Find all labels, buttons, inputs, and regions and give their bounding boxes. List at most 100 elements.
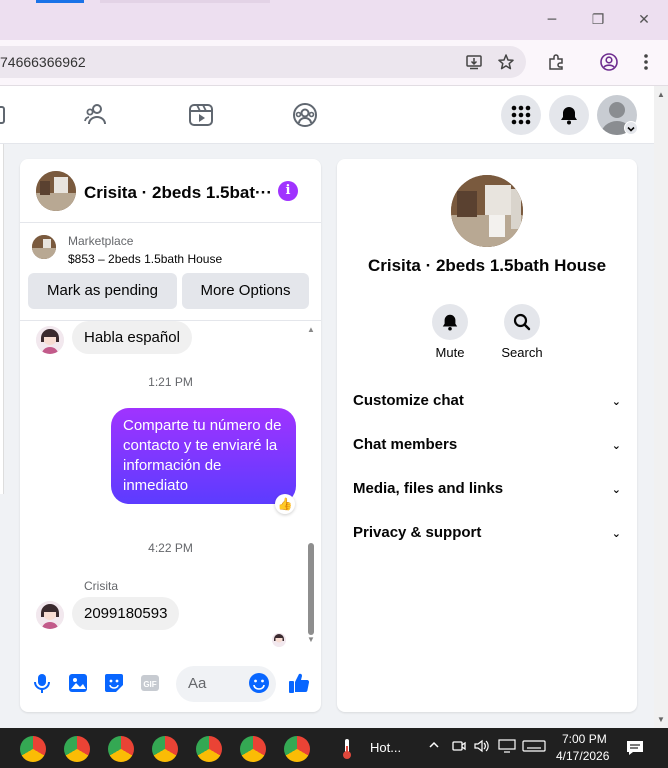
section-label: Media, files and links	[353, 480, 504, 497]
sender-avatar[interactable]	[36, 326, 64, 354]
info-avatar[interactable]	[451, 175, 523, 247]
privacy-support-section[interactable]: Privacy & support ⌄	[353, 524, 621, 548]
watch-video-nav-icon[interactable]	[188, 102, 214, 128]
home-nav-icon[interactable]	[0, 102, 14, 128]
info-icon[interactable]: i	[278, 181, 298, 201]
search-icon	[513, 313, 531, 331]
inactive-tab-strip[interactable]	[100, 0, 270, 3]
network-icon[interactable]	[498, 739, 516, 757]
scroll-thumb[interactable]	[308, 543, 314, 635]
menu-grid-button[interactable]	[501, 95, 541, 135]
meet-now-icon[interactable]	[452, 739, 466, 757]
url-text: 74666366962	[0, 54, 86, 70]
incoming-message[interactable]: Habla español	[72, 321, 192, 354]
listing-title[interactable]: $853 – 2beds 1.5bath House	[68, 252, 222, 266]
chrome-taskbar-icon[interactable]	[196, 736, 222, 762]
volume-icon[interactable]	[474, 739, 490, 757]
media-files-links-section[interactable]: Media, files and links ⌄	[353, 480, 621, 504]
mute-button[interactable]	[432, 304, 468, 340]
grid-icon	[511, 105, 531, 125]
taskbar-clock-time[interactable]: 7:00 PM	[562, 732, 607, 746]
browser-title-bar: ─ ❐ ✕	[0, 0, 668, 40]
conversation-info-panel: Crisita · 2beds 1.5bath House Mute Searc…	[337, 159, 637, 712]
gif-icon[interactable]: GIF	[139, 672, 161, 694]
chat-header: Crisita · 2beds 1.5bat··· i	[20, 159, 321, 223]
address-bar[interactable]: 74666366962	[0, 46, 526, 78]
chat-avatar[interactable]	[36, 171, 76, 211]
friends-nav-icon[interactable]	[84, 102, 110, 128]
thumbs-up-reaction-icon[interactable]: 👍	[275, 494, 295, 514]
message-scrollbar[interactable]: ▲ ▼	[306, 323, 316, 649]
chevron-down-icon: ⌄	[611, 395, 621, 408]
listing-thumbnail[interactable]	[32, 235, 56, 259]
microphone-icon[interactable]	[31, 672, 53, 694]
bell-icon	[561, 107, 577, 125]
chrome-taskbar-icon[interactable]	[152, 736, 178, 762]
photo-attach-icon[interactable]	[67, 672, 89, 694]
left-panel-edge	[0, 144, 4, 494]
sender-avatar[interactable]	[36, 601, 64, 629]
mark-as-pending-button[interactable]: Mark as pending	[28, 273, 177, 309]
search-label[interactable]: Search	[492, 345, 552, 360]
section-label: Customize chat	[353, 392, 464, 409]
mute-label[interactable]: Mute	[420, 345, 480, 360]
tray-overflow-chevron-icon[interactable]	[428, 739, 440, 755]
extensions-puzzle-icon[interactable]	[544, 50, 568, 74]
message-list: Habla español 1:21 PM Comparte tu número…	[20, 321, 321, 651]
windows-taskbar: Hot... 7:00 PM 4/17/2026	[0, 728, 668, 768]
chrome-taskbar-icon[interactable]	[240, 736, 266, 762]
scroll-up-arrow-icon[interactable]: ▲	[657, 90, 665, 99]
groups-nav-icon[interactable]	[292, 102, 318, 128]
taskbar-clock-date[interactable]: 4/17/2026	[556, 749, 609, 763]
outgoing-message-line: contacto y te enviaré la	[123, 437, 278, 454]
incoming-message[interactable]: 2099180593	[72, 597, 180, 630]
chrome-taskbar-icon[interactable]	[20, 736, 46, 762]
marketplace-label: Marketplace	[68, 234, 134, 248]
svg-text:GIF: GIF	[143, 680, 156, 689]
weather-widget-label[interactable]: Hot...	[370, 740, 401, 755]
message-timestamp: 4:22 PM	[148, 541, 193, 555]
message-sender-name: Crisita	[84, 579, 119, 593]
thermometer-icon[interactable]	[340, 738, 354, 765]
close-window-button[interactable]: ✕	[630, 8, 658, 32]
active-tab-indicator[interactable]	[36, 0, 84, 3]
marketplace-listing-panel: Marketplace $853 – 2beds 1.5bath House M…	[20, 223, 321, 321]
section-label: Privacy & support	[353, 524, 482, 541]
emoji-icon[interactable]	[248, 672, 270, 694]
chat-window: Crisita · 2beds 1.5bat··· i Marketplace …	[20, 159, 321, 712]
minimize-button[interactable]: ─	[538, 8, 566, 32]
read-receipt-avatar	[272, 633, 286, 647]
bell-icon	[442, 314, 458, 331]
page-scrollbar[interactable]: ▲ ▼	[654, 86, 668, 728]
profile-icon[interactable]	[597, 50, 621, 74]
install-app-icon[interactable]	[462, 50, 486, 74]
search-button[interactable]	[504, 304, 540, 340]
thumbs-up-send-icon[interactable]	[288, 672, 310, 694]
bookmark-star-icon[interactable]	[494, 50, 518, 74]
notification-center-icon[interactable]	[626, 740, 644, 760]
chevron-down-icon: ⌄	[611, 439, 621, 452]
chevron-down-icon: ⌄	[611, 527, 621, 540]
scroll-up-arrow-icon[interactable]: ▲	[307, 325, 315, 334]
message-timestamp: 1:21 PM	[148, 375, 193, 389]
chrome-taskbar-icon[interactable]	[64, 736, 90, 762]
restore-button[interactable]: ❐	[584, 8, 612, 32]
scroll-down-arrow-icon[interactable]: ▼	[307, 635, 315, 644]
outgoing-message-line: inmediato	[123, 477, 189, 494]
scroll-down-arrow-icon[interactable]: ▼	[657, 715, 665, 724]
chrome-taskbar-icon[interactable]	[108, 736, 134, 762]
customize-chat-section[interactable]: Customize chat ⌄	[353, 392, 621, 416]
more-options-button[interactable]: More Options	[182, 273, 309, 309]
keyboard-icon[interactable]	[522, 739, 546, 757]
outgoing-message[interactable]: Comparte tu número de contacto y te envi…	[111, 408, 296, 504]
message-composer: GIF Aa	[20, 659, 321, 709]
facebook-top-nav	[0, 86, 654, 144]
notifications-button[interactable]	[549, 95, 589, 135]
sticker-icon[interactable]	[103, 672, 125, 694]
account-chevron-down-icon[interactable]	[624, 121, 638, 135]
section-label: Chat members	[353, 436, 458, 453]
chrome-taskbar-icon[interactable]	[284, 736, 310, 762]
chat-title[interactable]: Crisita · 2beds 1.5bat···	[84, 183, 272, 203]
browser-menu-icon[interactable]	[634, 50, 658, 74]
chat-members-section[interactable]: Chat members ⌄	[353, 436, 621, 460]
